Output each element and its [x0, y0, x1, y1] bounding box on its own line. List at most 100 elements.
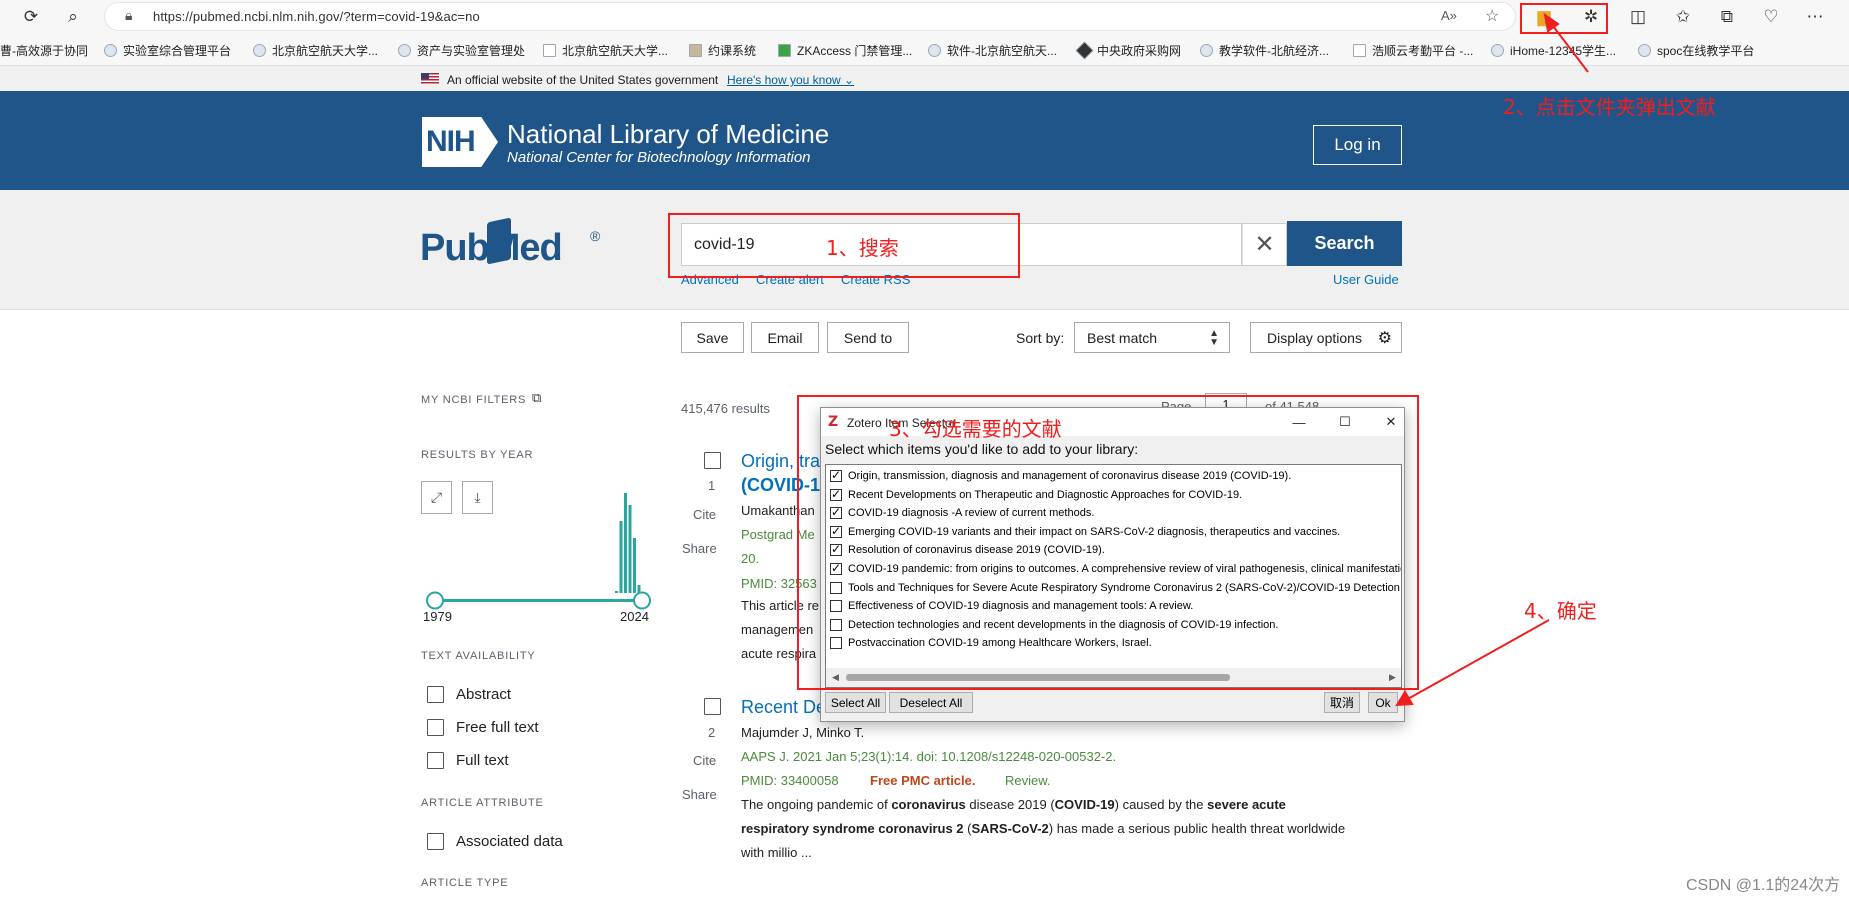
- bookmark-item[interactable]: 约课系统: [689, 42, 756, 59]
- favorite-star-icon[interactable]: ☆: [1485, 6, 1499, 26]
- result-1-share-button[interactable]: Share: [682, 541, 717, 556]
- login-button[interactable]: Log in: [1313, 125, 1402, 165]
- ok-button[interactable]: Ok: [1368, 692, 1398, 713]
- full-text-label: Full text: [456, 752, 509, 769]
- more-menu-icon[interactable]: ⋯: [1802, 4, 1828, 30]
- year-end-label: 2024: [620, 609, 649, 624]
- save-button[interactable]: Save: [681, 322, 744, 353]
- split-screen-icon[interactable]: ◫: [1625, 4, 1651, 30]
- annotation-step-2: 2、点击文件夹弹出文献: [1503, 95, 1716, 119]
- result-1-citation-cont: 20.: [741, 551, 760, 566]
- annotation-step-1: 1、搜索: [826, 236, 899, 260]
- clear-search-button[interactable]: ✕: [1242, 223, 1287, 266]
- user-guide-link[interactable]: User Guide: [1333, 272, 1399, 287]
- result-2-number: 2: [708, 725, 716, 740]
- collections-icon[interactable]: ⧉: [1714, 4, 1740, 30]
- histogram-bar: [628, 505, 632, 593]
- deselect-all-button[interactable]: Deselect All: [889, 692, 973, 713]
- bookmark-item[interactable]: 教学软件-北航经济...: [1200, 42, 1329, 59]
- page-icon: [543, 44, 556, 57]
- free-full-text-checkbox[interactable]: [427, 719, 444, 736]
- result-1-checkbox[interactable]: [704, 452, 721, 469]
- read-aloud-icon[interactable]: A»: [1441, 8, 1457, 23]
- article-attribute-heading: ARTICLE ATTRIBUTE: [421, 797, 544, 809]
- display-options-button[interactable]: Display options ⚙: [1250, 322, 1402, 353]
- associated-data-checkbox[interactable]: [427, 833, 444, 850]
- year-end-handle[interactable]: [633, 591, 651, 610]
- pubmed-logo[interactable]: PubMed: [420, 227, 563, 270]
- url-text: https://pubmed.ncbi.nlm.nih.gov/?term=co…: [153, 9, 480, 24]
- result-2-cite-button[interactable]: Cite: [693, 753, 716, 768]
- site-icon: [253, 44, 266, 57]
- csdn-watermark: CSDN @1.1的24次方: [1686, 877, 1841, 894]
- site-icon: [104, 44, 117, 57]
- search-icon[interactable]: ⌕: [60, 4, 86, 30]
- site-icon: [1075, 41, 1094, 60]
- select-all-button[interactable]: Select All: [825, 692, 886, 713]
- result-2-title[interactable]: Recent De: [741, 697, 826, 718]
- gov-banner: An official website of the United States…: [0, 66, 1849, 91]
- result-2-share-button[interactable]: Share: [682, 787, 717, 802]
- abstract-checkbox[interactable]: [427, 686, 444, 703]
- bookmark-item[interactable]: 北京航空航天大学...: [543, 42, 668, 59]
- results-by-year-histogram: [426, 493, 651, 610]
- article-type-heading: ARTICLE TYPE: [421, 877, 509, 889]
- review-badge: Review.: [1005, 773, 1051, 788]
- result-1-cite-button[interactable]: Cite: [693, 507, 716, 522]
- histogram-bar: [624, 493, 627, 593]
- result-1-number: 1: [708, 478, 716, 493]
- ncbi-subtitle: National Center for Biotechnology Inform…: [507, 149, 811, 166]
- site-icon: [1638, 44, 1651, 57]
- email-button[interactable]: Email: [751, 322, 819, 353]
- my-ncbi-filters-heading[interactable]: MY NCBI FILTERS: [421, 394, 526, 406]
- bookmark-item[interactable]: 资产与实验室管理处: [398, 42, 525, 59]
- histogram-bar: [619, 521, 623, 593]
- bookmark-item[interactable]: 曹-高效源于协同: [0, 42, 88, 59]
- year-range-track: [435, 599, 642, 602]
- arrow-to-ok: [1405, 619, 1550, 701]
- bookmark-item[interactable]: iHome-12345学生...: [1491, 42, 1616, 59]
- search-button[interactable]: Search: [1287, 221, 1402, 266]
- bookmarks-bar: 曹-高效源于协同 实验室综合管理平台 北京航空航天大学... 资产与实验室管理处…: [0, 34, 1849, 66]
- result-2-snippet: The ongoing pandemic of coronavirus dise…: [741, 797, 1346, 860]
- site-icon: [928, 44, 941, 57]
- year-start-label: 1979: [423, 609, 452, 624]
- result-2-checkbox[interactable]: [704, 698, 721, 715]
- histogram-bar: [615, 591, 618, 593]
- associated-data-label: Associated data: [456, 833, 563, 850]
- site-icon: [398, 44, 411, 57]
- refresh-icon[interactable]: ⟳: [18, 4, 44, 30]
- bookmark-item[interactable]: spoc在线教学平台: [1638, 42, 1754, 59]
- text-availability-heading: TEXT AVAILABILITY: [421, 650, 536, 662]
- favorites-icon[interactable]: ✩: [1670, 4, 1696, 30]
- cancel-button[interactable]: 取消: [1324, 692, 1360, 713]
- bookmark-item[interactable]: 中央政府采购网: [1075, 41, 1181, 60]
- bookmark-item[interactable]: 浩顺云考勤平台 -...: [1353, 42, 1473, 59]
- site-icon: [1491, 44, 1504, 57]
- lock-icon: 🔒︎: [125, 7, 133, 23]
- result-count: 415,476 results: [681, 401, 770, 416]
- external-link-icon[interactable]: ⧉: [532, 390, 541, 406]
- full-text-checkbox[interactable]: [427, 752, 444, 769]
- year-start-handle[interactable]: [426, 591, 444, 610]
- site-icon: [778, 44, 791, 57]
- send-to-button[interactable]: Send to: [827, 322, 909, 353]
- bookmark-item[interactable]: 软件-北京航空航天...: [928, 42, 1057, 59]
- annotation-step-4: 4、确定: [1524, 599, 1597, 623]
- bookmark-item[interactable]: 实验室综合管理平台: [104, 42, 231, 59]
- result-2-citation: AAPS J. 2021 Jan 5;23(1):14. doi: 10.120…: [741, 749, 1117, 764]
- free-full-text-label: Free full text: [456, 719, 539, 736]
- bookmark-item[interactable]: ZKAccess 门禁管理...: [778, 42, 912, 59]
- sort-arrows-icon: ▲ ▼: [1209, 328, 1219, 348]
- free-pmc-badge[interactable]: Free PMC article.: [870, 773, 976, 788]
- result-2-authors: Majumder J, Minko T.: [741, 725, 865, 740]
- sort-select[interactable]: Best match ▲ ▼: [1074, 322, 1230, 353]
- nih-logo[interactable]: NIH: [422, 117, 498, 167]
- abstract-label: Abstract: [456, 686, 512, 703]
- gear-icon: ⚙: [1377, 330, 1392, 347]
- site-icon: [1200, 44, 1213, 57]
- address-bar[interactable]: 🔒︎ https://pubmed.ncbi.nlm.nih.gov/?term…: [104, 2, 1516, 31]
- bookmark-item[interactable]: 北京航空航天大学...: [253, 42, 378, 59]
- gov-banner-link[interactable]: Here's how you know ⌄: [727, 73, 854, 87]
- browser-essentials-icon[interactable]: ♡: [1758, 4, 1784, 30]
